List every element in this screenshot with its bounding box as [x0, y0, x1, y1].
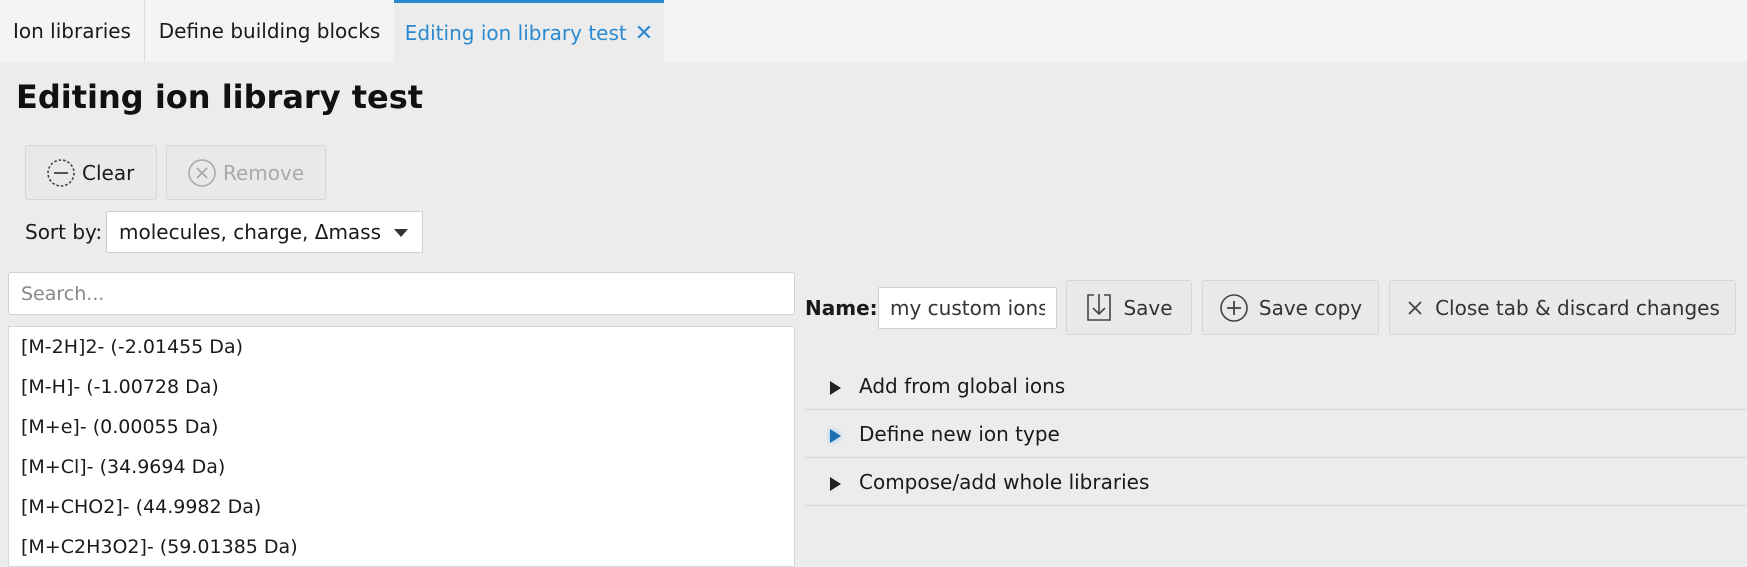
tab-define-building-blocks[interactable]: Define building blocks — [144, 0, 395, 62]
page-title: Editing ion library test — [16, 78, 424, 116]
section-label: Define new ion type — [859, 422, 1060, 446]
clear-button[interactable]: Clear — [25, 145, 157, 200]
save-copy-button-label: Save copy — [1258, 295, 1363, 320]
section-label: Add from global ions — [859, 374, 1066, 398]
tab-editing-ion-library[interactable]: Editing ion library test ✕ — [394, 0, 664, 62]
tab-label: Editing ion library test — [404, 21, 627, 45]
sort-select-value: molecules, charge, Δmass — [119, 220, 382, 244]
tab-bar: Ion libraries Define building blocks Edi… — [0, 0, 1747, 62]
section-add-from-global-ions[interactable]: Add from global ions — [805, 363, 1747, 410]
list-item[interactable]: [M+e]- (0.00055 Da) — [9, 407, 794, 447]
close-tab-discard-label: Close tab & discard changes — [1435, 295, 1720, 320]
section-define-new-ion-type[interactable]: Define new ion type — [805, 411, 1747, 458]
list-item[interactable]: [M-H]- (-1.00728 Da) — [9, 367, 794, 407]
list-item[interactable]: [M+CHO2]- (44.9982 Da) — [9, 487, 794, 527]
save-copy-button[interactable]: Save copy — [1202, 280, 1379, 335]
ion-list: [M-2H]2- (-2.01455 Da) [M-H]- (-1.00728 … — [8, 326, 795, 567]
triangle-right-icon — [830, 380, 841, 395]
chevron-down-icon — [394, 229, 408, 237]
plus-circle-icon — [1219, 293, 1249, 323]
remove-button[interactable]: Remove — [166, 145, 326, 200]
list-item[interactable]: [M+Cl]- (34.9694 Da) — [9, 447, 794, 487]
list-item[interactable]: [M+C2H3O2]- (59.01385 Da) — [9, 527, 794, 566]
triangle-right-icon — [830, 476, 841, 491]
section-label: Compose/add whole libraries — [859, 470, 1150, 494]
close-tab-discard-button[interactable]: Close tab & discard changes — [1389, 280, 1736, 335]
close-icon — [1405, 298, 1425, 318]
close-icon[interactable]: ✕ — [635, 21, 653, 46]
x-circle-icon — [187, 158, 217, 188]
save-download-icon — [1085, 292, 1113, 324]
search-input[interactable] — [8, 272, 795, 315]
list-item[interactable]: [M-2H]2- (-2.01455 Da) — [9, 327, 794, 367]
minus-circle-icon — [46, 158, 76, 188]
save-button[interactable]: Save — [1066, 280, 1192, 335]
save-button-label: Save — [1123, 295, 1173, 320]
sort-by-label: Sort by: — [25, 220, 103, 244]
section-compose-add-libraries[interactable]: Compose/add whole libraries — [805, 459, 1747, 506]
name-label: Name: — [805, 296, 878, 320]
name-field[interactable] — [878, 287, 1057, 329]
clear-button-label: Clear — [82, 160, 135, 185]
sort-select[interactable]: molecules, charge, Δmass — [106, 211, 423, 253]
remove-button-label: Remove — [223, 160, 305, 185]
tab-ion-libraries[interactable]: Ion libraries — [0, 0, 144, 62]
triangle-right-icon — [830, 428, 841, 443]
